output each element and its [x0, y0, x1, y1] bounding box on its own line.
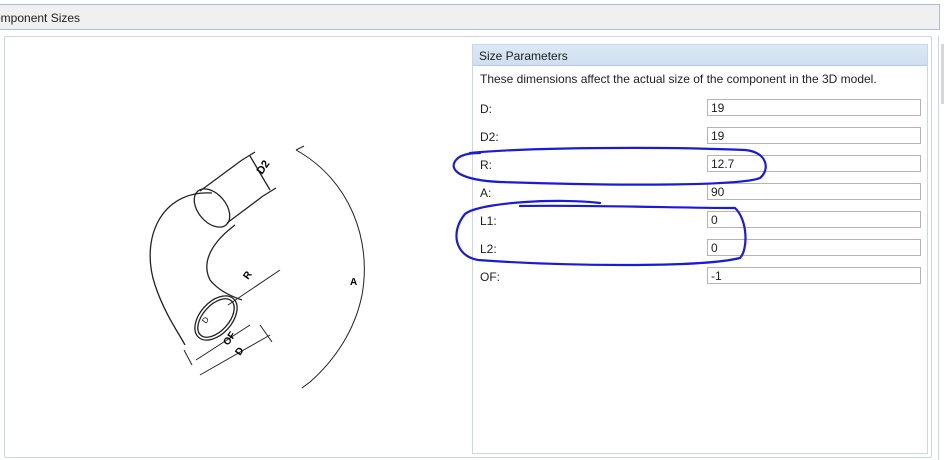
param-label-a: A:: [480, 186, 492, 200]
param-input-r[interactable]: [707, 155, 921, 172]
param-input-of[interactable]: [707, 267, 921, 284]
window-title-bar: omponent Sizes: [0, 4, 940, 30]
elbow-drawing: D2 R A OF D D: [149, 145, 365, 389]
param-input-l1[interactable]: [707, 211, 921, 228]
elbow-inner-arc: [206, 224, 243, 301]
label-d: D: [233, 345, 246, 357]
label-a: A: [350, 277, 357, 288]
label-r: R: [241, 269, 255, 282]
panel-description: These dimensions affect the actual size …: [480, 72, 877, 86]
angle-arc: [295, 149, 365, 383]
param-label-l2: L2:: [480, 242, 497, 256]
panel-title: Size Parameters: [479, 49, 568, 63]
param-input-d[interactable]: [707, 99, 921, 116]
param-input-d2[interactable]: [707, 127, 921, 144]
size-parameters-panel: Size Parameters These dimensions affect …: [472, 44, 928, 454]
top-opening: [193, 188, 231, 228]
scrollbar[interactable]: [938, 36, 946, 460]
label-d2: D2: [255, 158, 273, 176]
panel-header: Size Parameters: [473, 45, 927, 66]
param-input-l2[interactable]: [707, 239, 921, 256]
param-label-r: R:: [480, 158, 492, 172]
param-label-d: D:: [480, 102, 492, 116]
param-label-l1: L1:: [480, 214, 497, 228]
label-inner-d: D: [200, 315, 211, 325]
param-label-d2: D2:: [480, 130, 499, 144]
param-label-of: OF:: [480, 270, 500, 284]
window-title: omponent Sizes: [0, 11, 81, 25]
param-input-a[interactable]: [707, 183, 921, 200]
